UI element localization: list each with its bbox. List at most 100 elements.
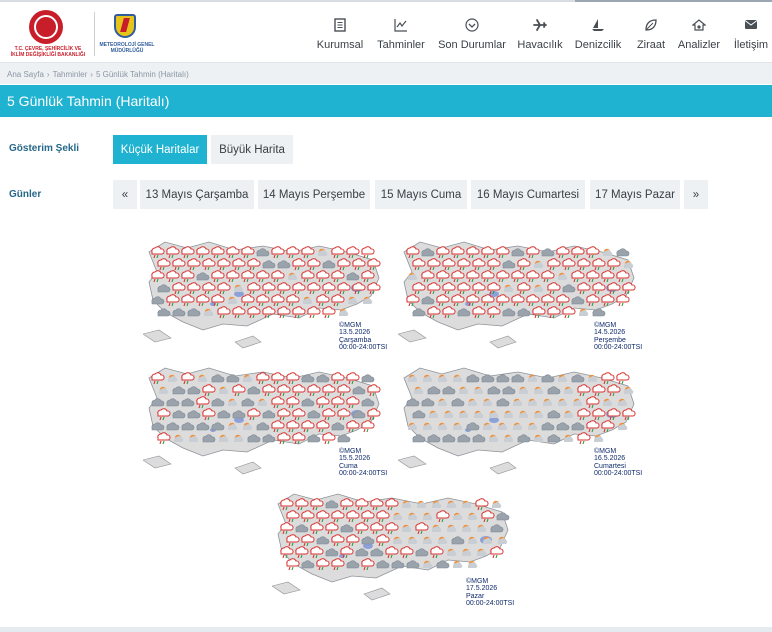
- nav-label: Son Durumlar: [438, 39, 506, 51]
- site-header: T.C. ÇEVRE, ŞEHİRCİLİK VE İKLİM DEĞİŞİKL…: [0, 0, 772, 62]
- forecast-map-day3[interactable]: ©MGM 15.5.2026 Cuma 00:00-24:00TSI: [143, 364, 387, 484]
- days-next-button[interactable]: »: [684, 180, 708, 209]
- envelope-icon: [744, 18, 758, 34]
- island-shape: [143, 455, 172, 469]
- forecast-map-day1[interactable]: ©MGM 13.5.2026 Çarşamba 00:00-24:00TSI: [143, 238, 387, 358]
- nav-label: Ziraat: [636, 39, 666, 51]
- map-caption: ©MGM 17.5.2026 Pazar 00:00-24:00TSI: [466, 578, 514, 608]
- document-icon: [334, 18, 346, 34]
- nav-son-durumlar[interactable]: Son Durumlar: [438, 2, 506, 64]
- cloud-symbol-icon: [361, 374, 375, 383]
- breadcrumb-home[interactable]: Ana Sayfa: [7, 70, 44, 79]
- forecast-map-day5[interactable]: ©MGM 17.5.2026 Pazar 00:00-24:00TSI: [272, 490, 514, 610]
- map-caption: ©MGM 16.5.2026 Cumartesi 00:00-24:00TSI: [594, 448, 642, 478]
- breadcrumb-separator: ›: [90, 70, 93, 79]
- small-maps-button[interactable]: Küçük Haritalar: [113, 135, 207, 164]
- map-copyright: ©MGM: [594, 448, 617, 455]
- days-prev-button[interactable]: «: [113, 180, 137, 209]
- mgm-shield-icon: [114, 14, 136, 38]
- map-day: Pazar: [466, 592, 485, 600]
- nav-label: Kurumsal: [316, 39, 364, 51]
- nav-label: Havacılık: [517, 39, 563, 51]
- day-tab-15[interactable]: 15 Mayıs Cuma: [375, 180, 467, 209]
- map-date: 16.5.2026: [594, 455, 626, 463]
- days-label: Günler: [9, 189, 42, 200]
- breadcrumb: Ana Sayfa › Tahminler › 5 Günlük Tahmin (Har…: [0, 62, 772, 84]
- map-copyright: ©MGM: [466, 578, 489, 585]
- rain-symbol-icon: [361, 246, 375, 259]
- nav-iletisim[interactable]: İletişim: [733, 2, 769, 64]
- map-copyright: ©MGM: [339, 448, 362, 455]
- nav-analizler[interactable]: Analizler: [677, 2, 721, 64]
- day-tab-16[interactable]: 16 Mayıs Cumartesi: [471, 180, 585, 209]
- nav-label: Tahminler: [377, 39, 425, 51]
- leaf-icon: [644, 18, 658, 34]
- sun-symbol-icon: [417, 500, 427, 508]
- cyprus-shape: [234, 461, 262, 475]
- airplane-icon: [533, 18, 547, 34]
- map-caption: ©MGM 15.5.2026 Cuma 00:00-24:00TSI: [339, 448, 387, 478]
- nav-havacilik[interactable]: Havacılık: [516, 2, 564, 64]
- map-date: 15.5.2026: [339, 455, 371, 463]
- logo-divider: [94, 12, 95, 56]
- map-time: 00:00-24:00TSI: [466, 600, 515, 608]
- sun-symbol-icon: [453, 560, 463, 568]
- day-tab-14[interactable]: 14 Mayıs Perşembe: [258, 180, 370, 209]
- map-date: 14.5.2026: [594, 329, 626, 337]
- cyprus-shape: [363, 587, 391, 601]
- cyprus-shape: [489, 461, 517, 475]
- chevron-circle-icon: [465, 18, 479, 34]
- island-shape: [398, 455, 427, 469]
- cloud-symbol-icon: [616, 248, 630, 257]
- cloud-symbol-icon: [541, 248, 555, 257]
- rain-symbol-icon: [361, 420, 375, 433]
- rain-symbol-icon: [490, 546, 504, 559]
- display-mode-label: Gösterim Şekli: [9, 143, 80, 154]
- map-copyright: ©MGM: [339, 322, 362, 329]
- chart-icon: [394, 18, 408, 34]
- day-tab-17[interactable]: 17 Mayıs Pazar: [590, 180, 680, 209]
- map-caption: ©MGM 14.5.2026 Perşembe 00:00-24:00TSI: [594, 322, 642, 352]
- cloud-symbol-icon: [541, 374, 555, 383]
- large-map-button[interactable]: Büyük Harita: [211, 135, 293, 164]
- mgm-logo-text: METEOROLOJİ GENEL MÜDÜRLÜĞÜ: [99, 42, 155, 54]
- nav-label: Analizler: [677, 39, 721, 51]
- map-day: Cuma: [339, 462, 358, 470]
- rain-symbol-icon: [616, 372, 630, 385]
- mgm-logo[interactable]: METEOROLOJİ GENEL MÜDÜRLÜĞÜ: [99, 10, 155, 60]
- sun-symbol-icon: [492, 500, 502, 508]
- map-time: 00:00-24:00TSI: [594, 470, 643, 478]
- map-copyright: ©MGM: [594, 322, 617, 329]
- island-shape: [143, 329, 172, 343]
- nav-label: İletişim: [733, 39, 769, 51]
- nav-ziraat[interactable]: Ziraat: [633, 2, 669, 64]
- page-title-bar: 5 Günlük Tahmin (Haritalı): [0, 85, 772, 117]
- nav-kurumsal[interactable]: Kurumsal: [315, 2, 365, 64]
- forecast-map-day2[interactable]: ©MGM 14.5.2026 Perşembe 00:00-24:00TSI: [398, 238, 642, 358]
- forecast-map-day4[interactable]: ©MGM 16.5.2026 Cumartesi 00:00-24:00TSI: [398, 364, 642, 484]
- ministry-seal-icon: [29, 10, 63, 44]
- sailboat-icon: [591, 18, 605, 34]
- breadcrumb-tahminler[interactable]: Tahminler: [53, 70, 88, 79]
- island-shape: [398, 329, 427, 343]
- map-caption: ©MGM 13.5.2026 Çarşamba 00:00-24:00TSI: [339, 322, 387, 352]
- sun-symbol-icon: [579, 308, 589, 316]
- nav-denizcilik[interactable]: Denizcilik: [574, 2, 622, 64]
- cyprus-shape: [489, 335, 517, 349]
- nav-label: Denizcilik: [574, 39, 622, 51]
- day-tab-13[interactable]: 13 Mayıs Çarşamba: [140, 180, 254, 209]
- rain-symbol-icon: [616, 294, 630, 307]
- house-chart-icon: [691, 18, 707, 34]
- breadcrumb-current: 5 Günlük Tahmin (Haritalı): [95, 70, 189, 79]
- page-title: 5 Günlük Tahmin (Haritalı): [7, 93, 170, 109]
- ministry-logo-text: T.C. ÇEVRE, ŞEHİRCİLİK VE İKLİM DEĞİŞİKL…: [10, 46, 86, 58]
- map-day: Çarşamba: [339, 336, 372, 344]
- nav-tahminler[interactable]: Tahminler: [375, 2, 427, 64]
- map-date: 13.5.2026: [339, 329, 371, 337]
- map-day: Cumartesi: [594, 462, 626, 470]
- map-date: 17.5.2026: [466, 585, 498, 593]
- footer-edge: [0, 627, 772, 632]
- sun-symbol-icon: [603, 248, 613, 256]
- breadcrumb-separator: ›: [46, 70, 50, 79]
- ministry-logo[interactable]: T.C. ÇEVRE, ŞEHİRCİLİK VE İKLİM DEĞİŞİKL…: [8, 10, 88, 60]
